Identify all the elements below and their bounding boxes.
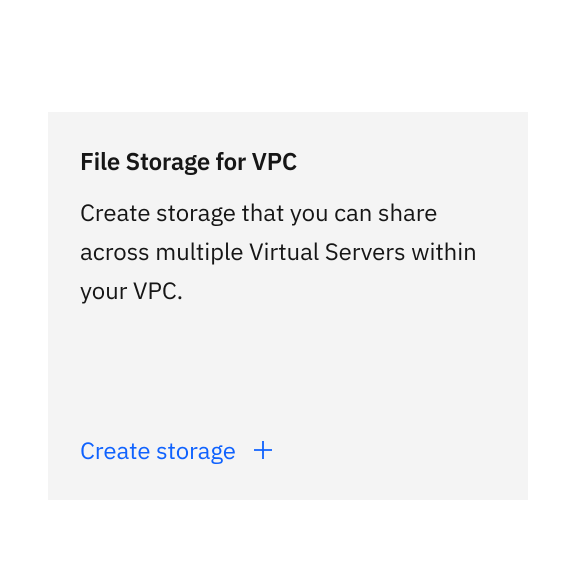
- create-storage-link[interactable]: Create storage: [80, 434, 496, 466]
- plus-icon: [254, 441, 272, 459]
- card-description: Create storage that you can share across…: [80, 193, 496, 310]
- file-storage-card: File Storage for VPC Create storage that…: [48, 112, 528, 500]
- card-title: File Storage for VPC: [80, 146, 496, 177]
- create-storage-label: Create storage: [80, 434, 236, 466]
